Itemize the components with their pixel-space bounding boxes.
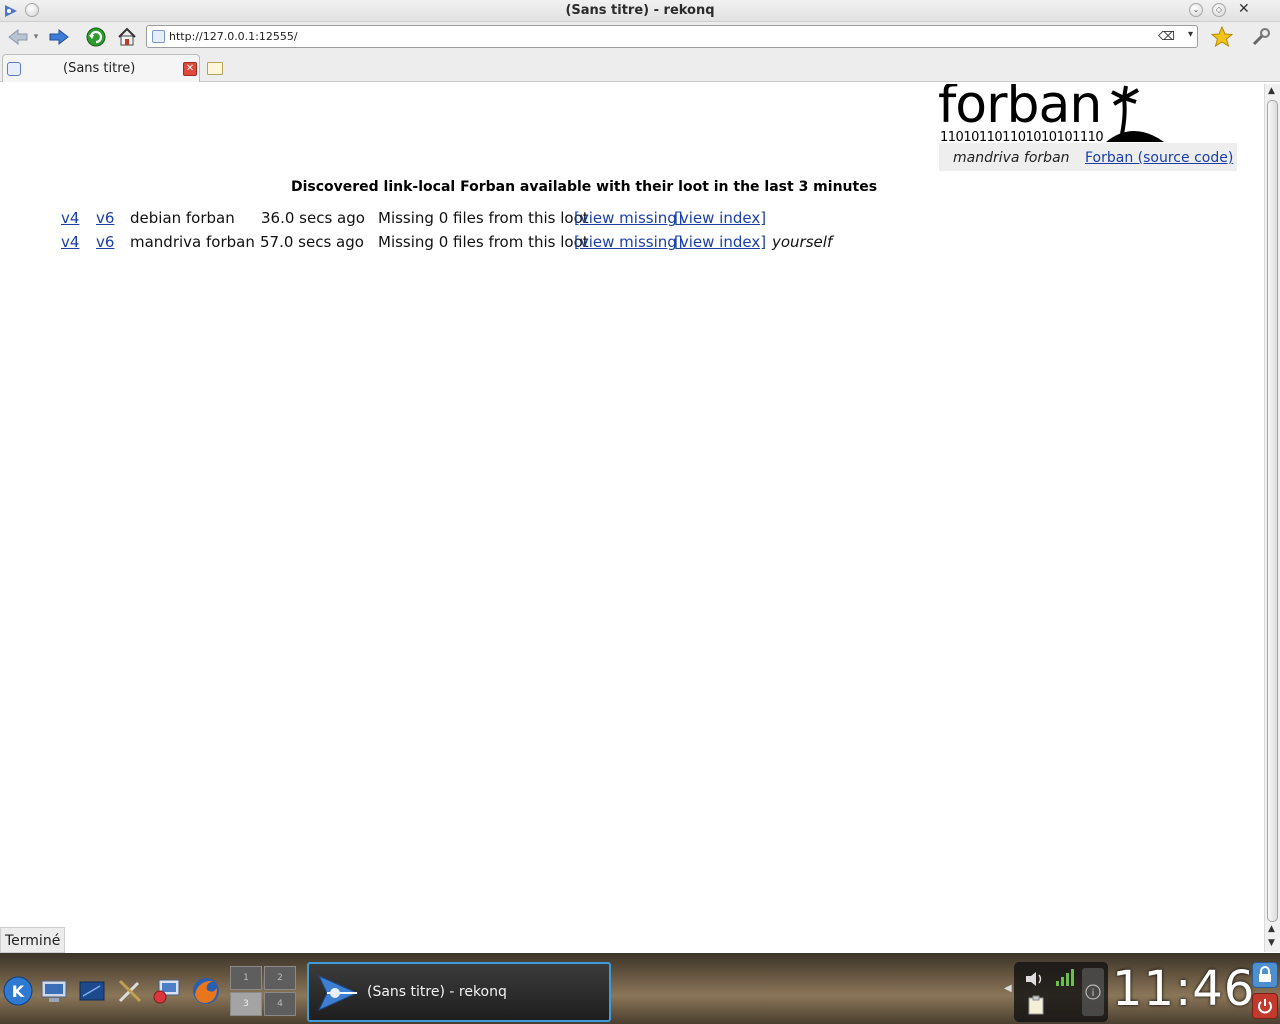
peer-name: debian forban (130, 209, 235, 227)
back-arrow-icon (8, 28, 28, 46)
yourself-note: yourself (772, 233, 833, 251)
view-missing-link[interactable]: [view missing] (574, 209, 683, 227)
tab-favicon-icon (7, 62, 21, 76)
close-tab-icon[interactable]: ✕ (183, 62, 197, 76)
window-titlebar: (Sans titre) - rekonq ⌄ ◇ ✕ (0, 0, 1280, 22)
tab-sans-titre[interactable]: (Sans titre) ✕ (2, 54, 200, 82)
scroll-up-icon[interactable]: ▲ (1268, 86, 1275, 96)
tab-bar: (Sans titre) ✕ (0, 52, 1280, 82)
ipv4-link[interactable]: v4 (61, 209, 79, 227)
screwdriver-wrench-icon (118, 979, 142, 1003)
new-tab-icon[interactable] (207, 62, 223, 75)
maximize-icon[interactable]: ◇ (1212, 3, 1226, 17)
discovery-heading: Discovered link-local Forban available w… (290, 179, 878, 195)
scroll-down-small-icon[interactable]: ▲ (1268, 924, 1275, 934)
kde-logo-icon: K (3, 976, 33, 1006)
terminal-icon (79, 981, 105, 1001)
kde-panel: K 1 2 3 4 (Sans titre) - rekonq ◀ i 11:4… (0, 953, 1280, 1024)
network-launcher[interactable] (150, 975, 182, 1007)
desktop-4[interactable]: 4 (264, 992, 296, 1016)
view-missing-link[interactable]: [view missing] (574, 233, 683, 251)
info-icon: i (1085, 984, 1101, 1000)
forward-arrow-icon (49, 28, 69, 46)
page-favicon-icon (152, 30, 165, 43)
computer-settings-icon (41, 980, 67, 1002)
back-history-dropdown[interactable]: ▾ (31, 24, 41, 50)
clipboard-icon[interactable] (1026, 995, 1046, 1015)
rekonq-task-icon (317, 974, 359, 1012)
minimize-icon[interactable]: ⌄ (1189, 3, 1203, 17)
tab-label: (Sans titre) (63, 61, 136, 76)
svg-text:i: i (1092, 988, 1095, 999)
reload-button[interactable] (82, 24, 110, 50)
scrollbar-thumb[interactable] (1267, 100, 1278, 922)
local-hostname: mandriva forban (953, 150, 1070, 166)
vertical-scrollbar[interactable]: ▲ ▲ ▼ (1264, 84, 1280, 952)
forward-button[interactable] (45, 24, 73, 50)
system-tray: i (1014, 962, 1108, 1022)
node-info-box: mandriva forban Forban (source code) (939, 143, 1237, 171)
bookmark-button[interactable] (1207, 24, 1237, 50)
peer-name: mandriva forban (130, 233, 255, 251)
window-title: (Sans titre) - rekonq (565, 3, 715, 18)
url-history-dropdown-icon[interactable]: ▾ (1188, 29, 1193, 40)
status-bar: Terminé (0, 927, 66, 953)
terminal-launcher[interactable] (76, 975, 108, 1007)
power-icon (1258, 999, 1272, 1014)
notifications-button[interactable]: i (1082, 968, 1104, 1016)
bookmark-star-icon (1210, 25, 1234, 48)
scroll-down-icon[interactable]: ▼ (1268, 938, 1275, 948)
desktop-3[interactable]: 3 (230, 992, 262, 1016)
desktop-pager[interactable]: 1 2 3 4 (230, 963, 298, 1017)
digital-clock[interactable]: 11:46 (1112, 961, 1255, 1017)
logo-wordmark: forban (938, 84, 1102, 135)
network-monitor-icon (153, 979, 180, 1004)
desktop-1[interactable]: 1 (230, 966, 262, 990)
palm-island-icon (1106, 85, 1164, 142)
logout-button[interactable] (1252, 993, 1278, 1019)
missing-files-text: Missing 0 files from this loot (378, 233, 589, 251)
ipv4-link[interactable]: v4 (61, 233, 79, 251)
ipv6-link[interactable]: v6 (96, 209, 114, 227)
taskbar-task-rekonq[interactable]: (Sans titre) - rekonq (307, 962, 611, 1022)
desktop-2[interactable]: 2 (264, 966, 296, 990)
back-button[interactable] (4, 24, 32, 50)
lock-icon (1259, 966, 1271, 982)
source-code-link[interactable]: Forban (source code) (1085, 150, 1233, 166)
close-window-icon[interactable]: ✕ (1238, 1, 1250, 17)
peer-age: 36.0 secs ago (261, 209, 365, 227)
firefox-launcher[interactable] (190, 975, 222, 1007)
missing-files-text: Missing 0 files from this loot (378, 209, 589, 227)
wrench-icon (1252, 28, 1270, 46)
url-bar[interactable]: ⌫ ▾ (146, 25, 1198, 48)
peer-age: 57.0 secs ago (260, 233, 364, 251)
volume-icon[interactable] (1024, 970, 1046, 988)
home-button[interactable] (114, 24, 140, 50)
lock-screen-button[interactable] (1252, 962, 1278, 988)
task-label: (Sans titre) - rekonq (367, 984, 507, 1000)
network-signal-icon[interactable] (1054, 967, 1076, 987)
tools-menu-button[interactable] (1246, 24, 1276, 50)
forban-logo: forban 110101101101010101110 (938, 84, 1178, 145)
system-settings-launcher[interactable] (38, 975, 70, 1007)
firefox-icon (193, 978, 219, 1004)
url-input[interactable] (169, 28, 1149, 45)
kde-menu-button[interactable]: K (2, 975, 34, 1007)
view-index-link[interactable]: [view index] (674, 233, 766, 251)
reload-icon (86, 27, 106, 47)
view-index-link[interactable]: [view index] (674, 209, 766, 227)
clear-url-icon[interactable]: ⌫ (1158, 29, 1175, 43)
page-content: forban 110101101101010101110 mandriva fo… (0, 84, 1264, 952)
ipv6-link[interactable]: v6 (96, 233, 114, 251)
svg-text:K: K (12, 982, 25, 1001)
home-icon (118, 27, 136, 46)
tray-expand-icon[interactable]: ◀ (1004, 983, 1012, 994)
tools-launcher[interactable] (114, 975, 146, 1007)
navigation-toolbar: ▾ ⌫ ▾ (0, 22, 1280, 52)
